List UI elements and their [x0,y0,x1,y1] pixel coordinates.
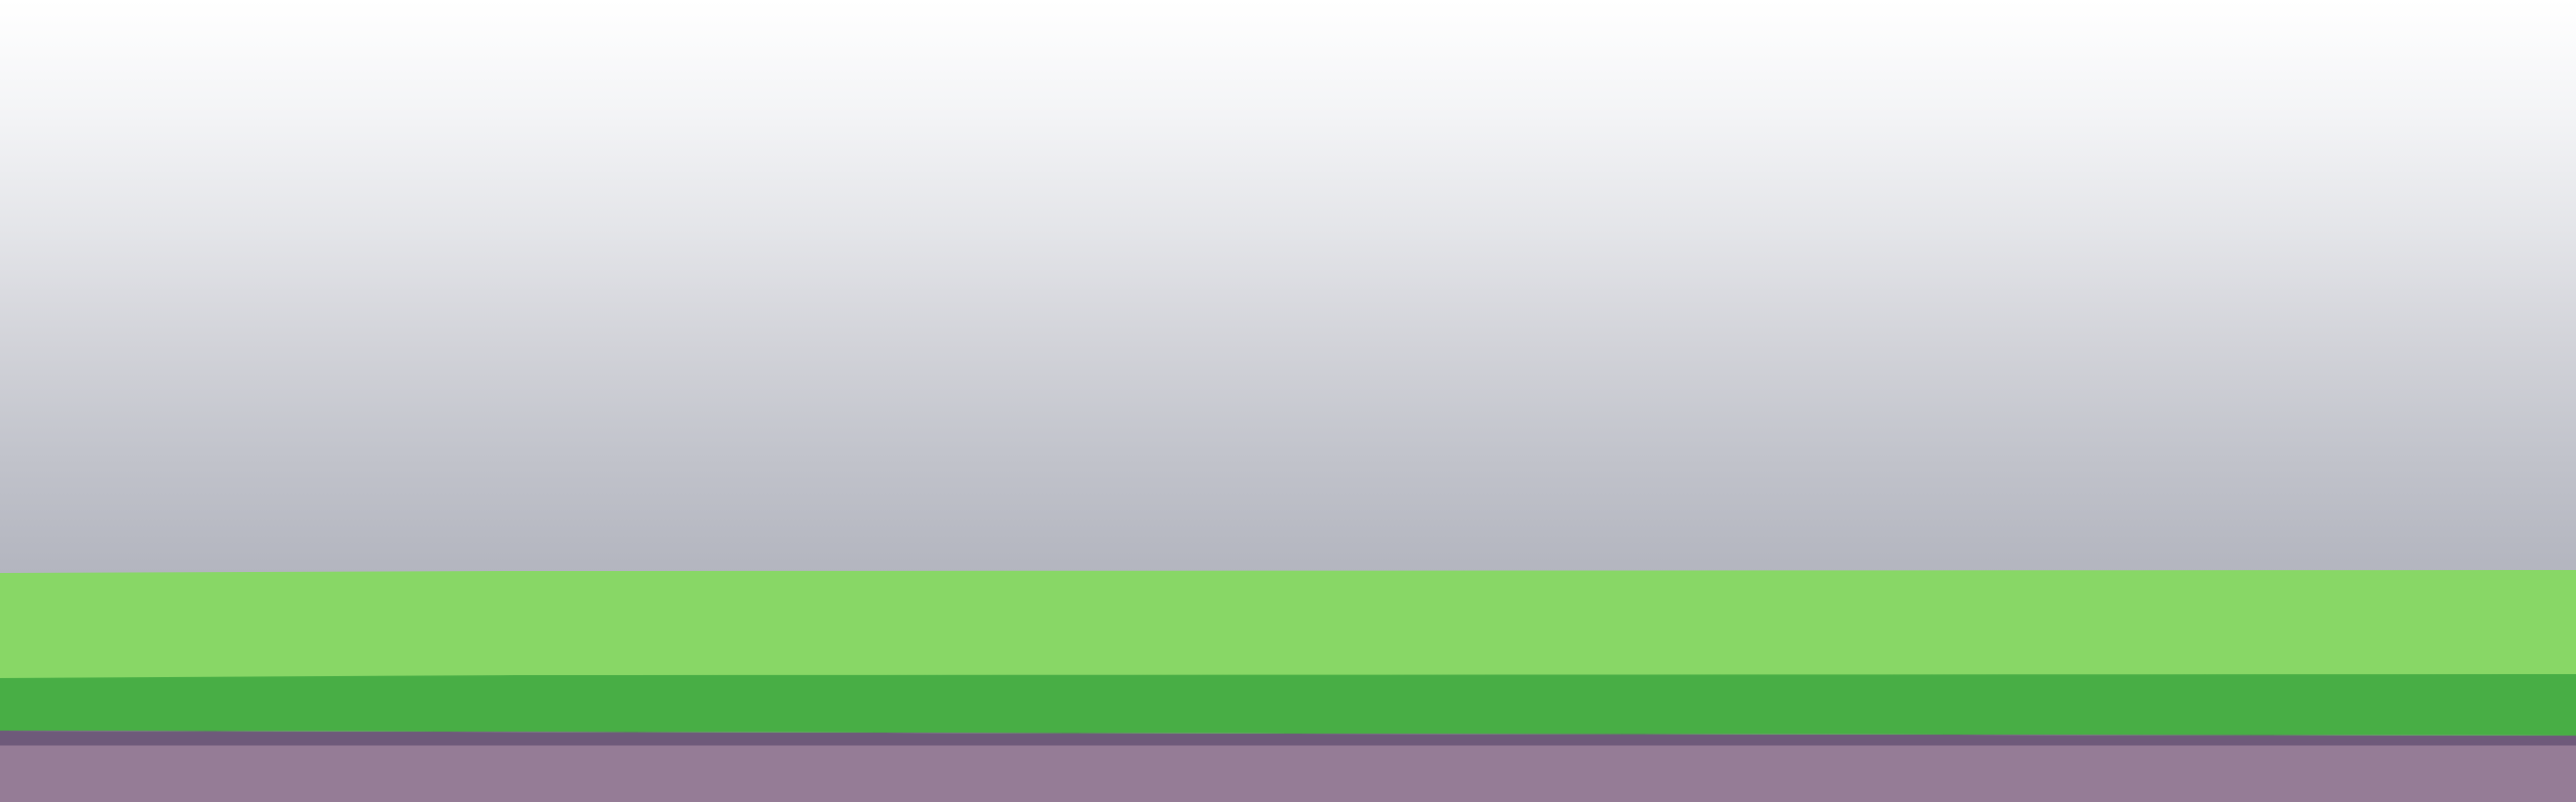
soil-layer [0,745,2576,802]
grass-lower-layer [0,674,2576,736]
grass-top-layer [0,570,2576,680]
sky-background [0,0,2576,573]
game-scene [0,0,2576,802]
ground-terrain [0,570,2576,802]
